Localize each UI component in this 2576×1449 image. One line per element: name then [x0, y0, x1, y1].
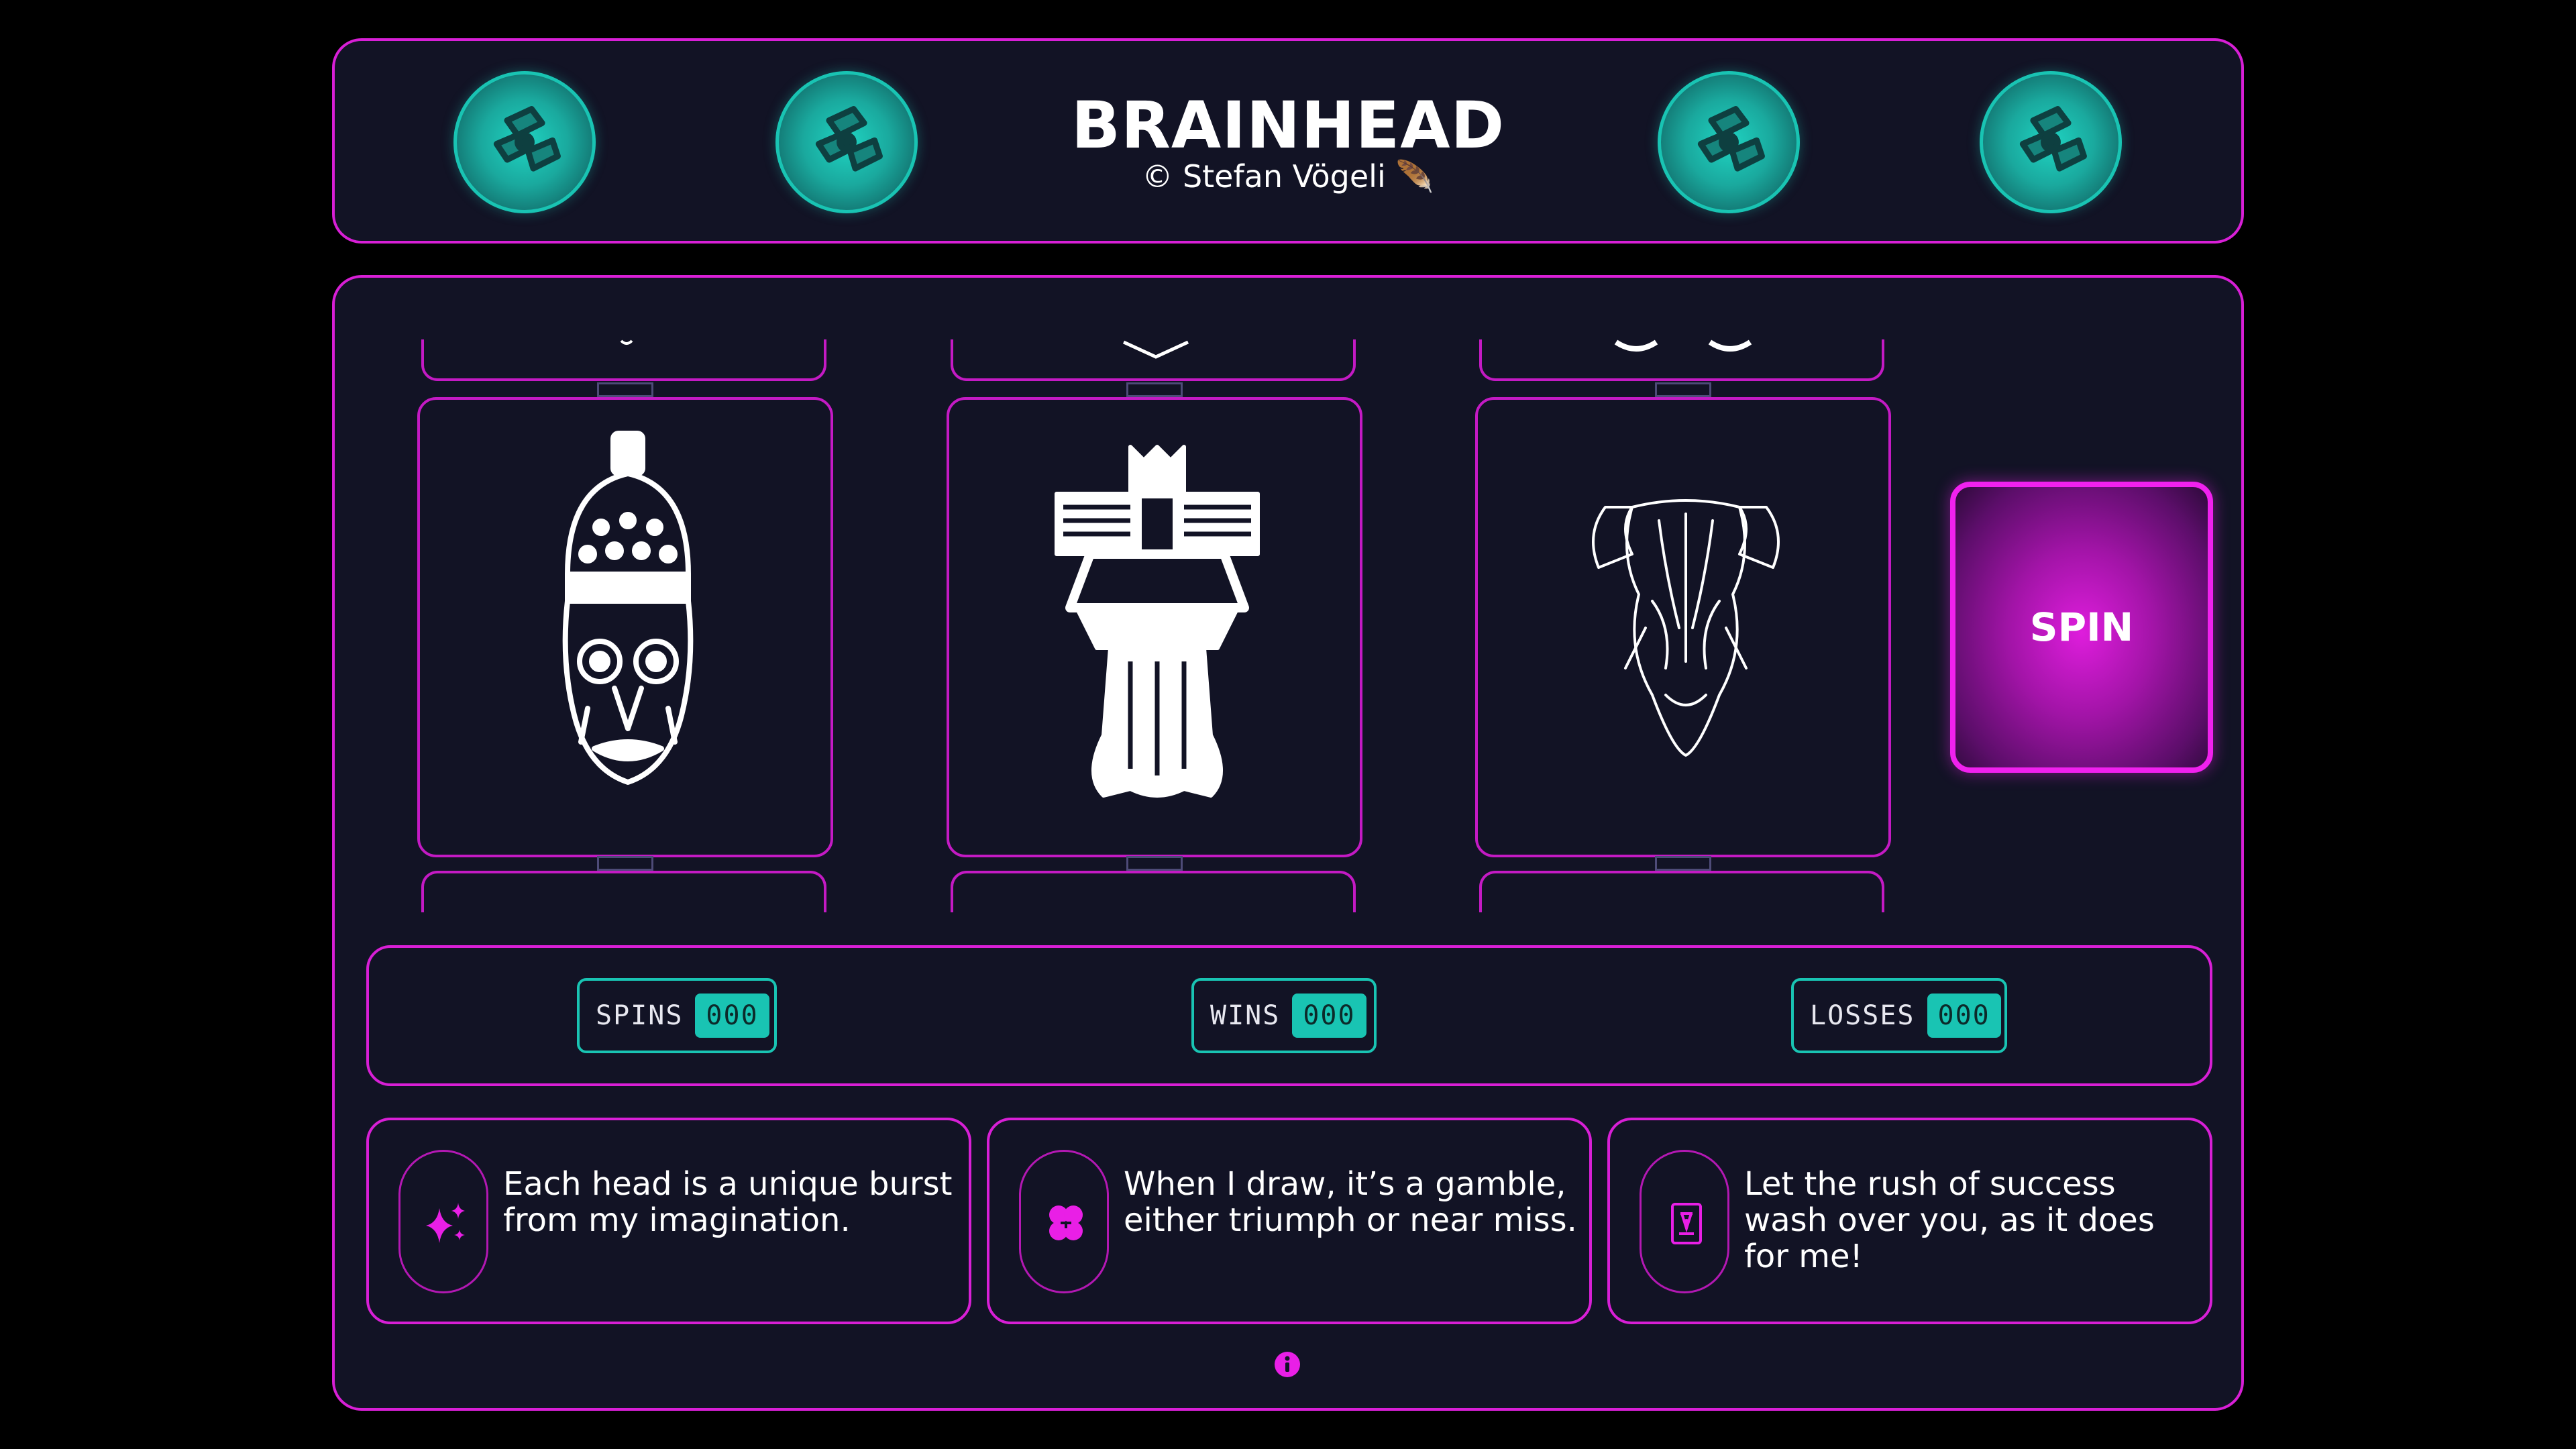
head-fragment-icon: [620, 339, 633, 345]
totem-head-icon: [1055, 445, 1260, 798]
reel-connector: [1655, 382, 1711, 397]
quote-card: Let the rush of success wash over you, a…: [1607, 1118, 2212, 1324]
reel-1: [417, 278, 833, 915]
header-panel: BRAINHEAD © Stefan Vögeli 🪶: [332, 38, 2244, 244]
card-icon: [1671, 1203, 1702, 1244]
reel-symbol-card: [417, 397, 833, 857]
reel-connector: [1126, 382, 1183, 397]
money-stack-icon: [1980, 71, 2122, 213]
reel-2: [947, 278, 1362, 915]
author-credit: © Stefan Vögeli 🪶: [1142, 158, 1434, 195]
main-panel: SPIN SPINS 000 WINS 000 LOSSES 000 Each …: [332, 275, 2244, 1411]
reel-peek-top: [951, 339, 1356, 381]
quote-icon-frame: [1019, 1150, 1109, 1293]
stat-wins: WINS 000: [1191, 978, 1377, 1053]
quote-card: Each head is a unique burst from my imag…: [366, 1118, 971, 1324]
stat-value: 000: [1292, 994, 1366, 1038]
quote-text: Each head is a unique burst from my imag…: [503, 1165, 953, 1239]
head-fragment-icon: [1122, 340, 1189, 359]
stat-label: LOSSES: [1810, 1000, 1915, 1031]
slot-machine-page: BRAINHEAD © Stefan Vögeli 🪶 SPIN SPINS 0…: [0, 0, 2576, 1449]
reel-peek-bottom: [951, 871, 1356, 912]
quote-card: When I draw, it’s a gamble, either trium…: [987, 1118, 1592, 1324]
quote-icon-frame: [398, 1150, 488, 1293]
spin-button[interactable]: SPIN: [1950, 482, 2213, 773]
reel-connector: [597, 382, 653, 397]
reel-connector: [1126, 856, 1183, 871]
info-icon[interactable]: [1274, 1351, 1301, 1378]
stat-spins: SPINS 000: [577, 978, 777, 1053]
stat-label: WINS: [1210, 1000, 1281, 1031]
money-stack-icon: [1658, 71, 1800, 213]
stat-losses: LOSSES 000: [1791, 978, 2007, 1053]
reel-peek-top: [1479, 339, 1884, 381]
sparkles-icon: [426, 1203, 465, 1243]
stat-value: 000: [1927, 994, 2001, 1038]
tribal-head-icon: [562, 431, 694, 785]
quote-text: When I draw, it’s a gamble, either trium…: [1124, 1165, 1577, 1239]
reel-3: [1475, 278, 1891, 915]
reel-symbol-card: [1475, 397, 1891, 857]
horned-skull-icon: [1592, 499, 1780, 757]
clover-icon: [1049, 1205, 1083, 1240]
reel-connector: [597, 856, 653, 871]
stats-bar: SPINS 000 WINS 000 LOSSES 000: [366, 945, 2212, 1086]
head-fragment-icon: [1614, 339, 1752, 352]
stat-value: 000: [695, 994, 769, 1038]
reel-peek-bottom: [1479, 871, 1884, 912]
reel-symbol-card: [947, 397, 1362, 857]
stat-label: SPINS: [596, 1000, 684, 1031]
reel-connector: [1655, 856, 1711, 871]
reel-peek-top: [421, 339, 826, 381]
quote-icon-frame: [1640, 1150, 1729, 1293]
reel-peek-bottom: [421, 871, 826, 912]
page-title: BRAINHEAD: [1071, 88, 1505, 163]
quote-text: Let the rush of success wash over you, a…: [1744, 1165, 2155, 1275]
